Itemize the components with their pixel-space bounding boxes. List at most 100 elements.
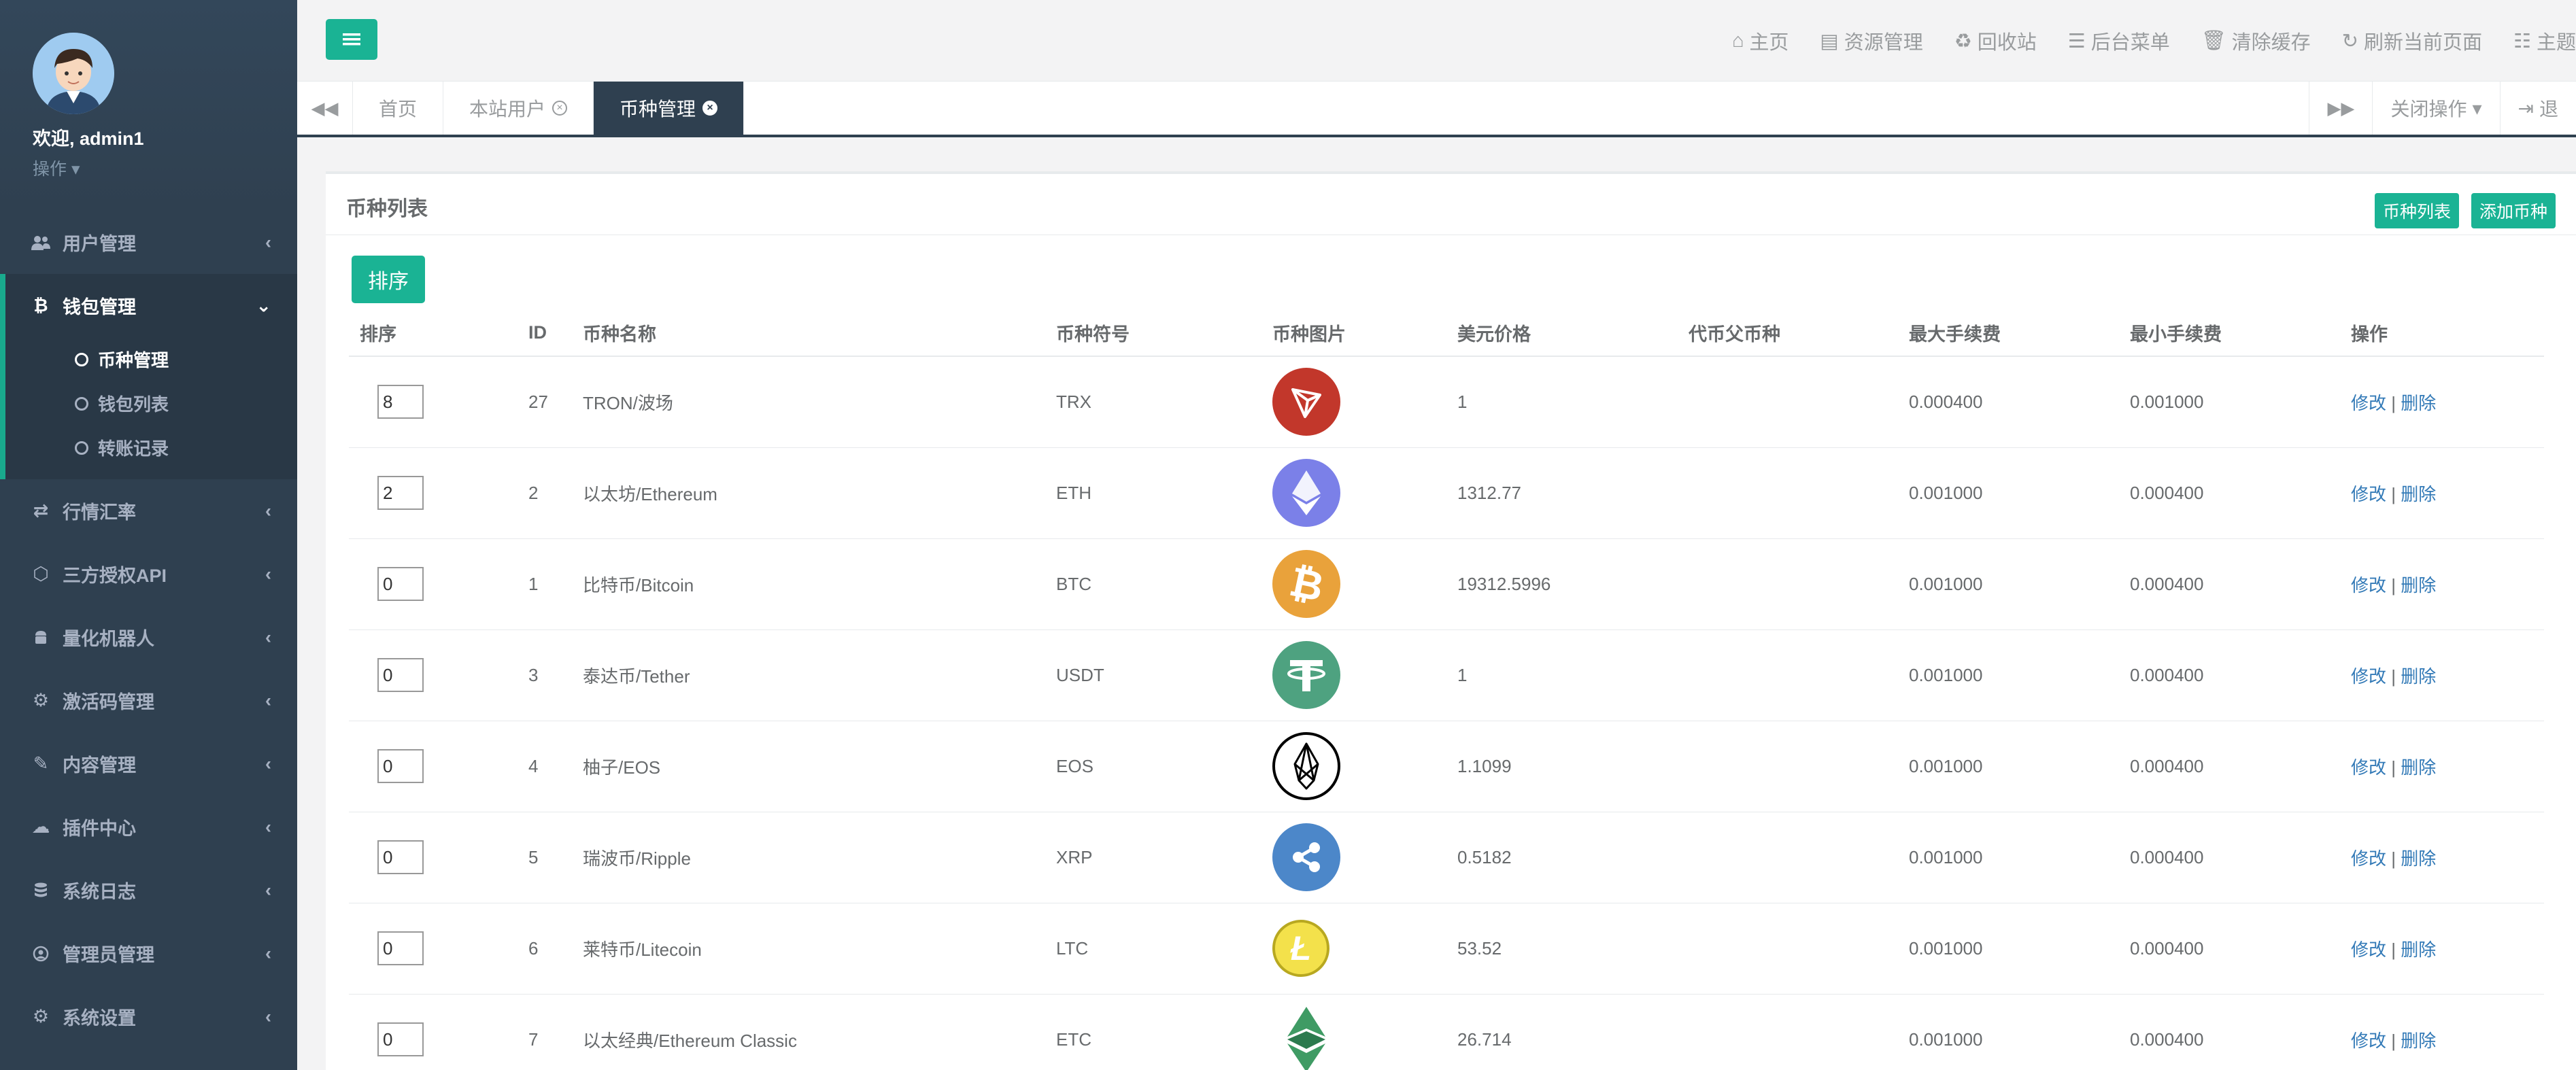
column-header[interactable]: 最小手续费 [2119,310,2340,357]
top-link-label: 刷新当前页面 [2363,32,2482,54]
sidebar-subitem-wallet-list[interactable]: 钱包列表 [5,381,297,426]
sidebar-item-content[interactable]: ✎ 内容管理 ‹ [0,732,297,795]
sidebar-item-label: 三方授权API [63,566,167,586]
coin-image-cell [1261,447,1446,539]
delete-link[interactable]: 删除 [2401,575,2436,596]
column-header[interactable]: 美元价格 [1446,310,1678,357]
delete-link[interactable]: 删除 [2401,484,2436,504]
tab-home[interactable]: 首页 [353,82,444,135]
chevron-left-icon: ‹ [265,690,271,710]
profile-operations-dropdown[interactable]: 操作 ▾ [33,156,297,180]
action-separator: | [2391,574,2396,596]
gear-icon: ⚙ [32,690,50,710]
tab-site-users[interactable]: 本站用户 × [443,82,594,135]
sort-order-input[interactable] [377,658,424,692]
id-cell: 7 [518,994,572,1070]
edit-link[interactable]: 修改 [2351,484,2386,504]
delete-link[interactable]: 删除 [2401,666,2436,687]
sort-button[interactable]: 排序 [352,256,425,303]
usd-price-cell: 1.1099 [1446,721,1678,812]
theme-icon: ☷ [2513,30,2531,52]
sidebar-subitem-transfer-records[interactable]: 转账记录 [5,426,297,470]
android-icon [31,628,50,647]
delete-link[interactable]: 删除 [2401,393,2436,413]
top-link-clear-cache[interactable]: 🗑 清除缓存 [2201,27,2311,55]
sidebar-item-rates[interactable]: ⇄ 行情汇率 ‹ [0,479,297,542]
delete-link[interactable]: 删除 [2401,1031,2436,1051]
top-link-label: 主页 [1749,32,1789,54]
top-link-resources[interactable]: ▤ 资源管理 [1820,27,1922,55]
sort-order-input[interactable] [377,749,424,783]
delete-link[interactable]: 删除 [2401,757,2436,778]
top-link-refresh[interactable]: ↻ 刷新当前页面 [2342,27,2482,55]
sidebar-item-wallet[interactable]: ₿ 钱包管理 ⌄ [5,274,297,337]
column-header[interactable]: 操作 [2340,310,2544,357]
sort-cell [349,538,518,630]
sidebar-item-users[interactable]: 用户管理 ‹ [0,211,297,274]
edit-link[interactable]: 修改 [2351,1031,2386,1051]
panel-header: 币种列表 币种列表 添加币种 [326,174,2576,235]
menu-group-robot: 量化机器人 ‹ [0,606,297,669]
home-icon: ⌂ [1731,29,1744,52]
close-icon[interactable]: × [552,101,568,116]
top-link-recycle-bin[interactable]: ♻ 回收站 [1954,27,2037,55]
tron-logo-icon [1272,368,1446,436]
coin-image-cell: ₿ [1261,538,1446,630]
subitem-label: 钱包列表 [98,394,169,415]
top-link-theme[interactable]: ☷ 主题 [2513,27,2576,55]
litecoin-logo-icon: Ł [1272,920,1446,977]
action-separator: | [2391,666,2396,687]
sort-order-input[interactable] [377,476,424,510]
column-header[interactable]: 币种名称 [572,310,1045,357]
chevron-left-icon: ‹ [265,816,271,837]
sidebar-item-label: 系统设置 [63,1008,136,1029]
top-link-backend-menu[interactable]: ☰ 后台菜单 [2068,27,2170,55]
edit-link[interactable]: 修改 [2351,666,2386,687]
avatar[interactable] [33,33,114,114]
sidebar-item-robot[interactable]: 量化机器人 ‹ [0,606,297,669]
sidebar-toggle-button[interactable] [326,19,377,60]
min-fee-cell: 0.001000 [2119,356,2340,448]
sidebar-item-admins[interactable]: 管理员管理 ‹ [0,922,297,985]
sort-cell [349,356,518,448]
action-separator: | [2391,483,2396,504]
sidebar-subitem-coin-management[interactable]: 币种管理 [5,337,297,381]
column-header[interactable]: 代币父币种 [1678,310,1898,357]
tabs-scroll-left-button[interactable]: ◀◀ [297,82,353,135]
parent-coin-cell [1678,629,1898,721]
column-header[interactable]: 币种图片 [1261,310,1446,357]
column-header[interactable]: 币种符号 [1045,310,1261,357]
exit-button[interactable]: ⇥ 退 [2499,82,2576,135]
top-link-home[interactable]: ⌂ 主页 [1732,27,1789,55]
column-header[interactable]: 排序 [349,310,518,357]
tab-coin-management[interactable]: 币种管理 × [594,82,745,135]
sidebar-item-api[interactable]: ⬡ 三方授权API ‹ [0,542,297,606]
sidebar-item-plugins[interactable]: ☁ 插件中心 ‹ [0,795,297,859]
min-fee-cell: 0.000400 [2119,538,2340,630]
edit-link[interactable]: 修改 [2351,848,2386,869]
edit-link[interactable]: 修改 [2351,393,2386,413]
actions-cell: 修改 | 删除 [2340,356,2544,448]
sort-order-input[interactable] [377,931,424,965]
sort-order-input[interactable] [377,385,424,419]
parent-coin-cell [1678,903,1898,995]
coin-list-button[interactable]: 币种列表 [2374,193,2459,228]
close-ops-dropdown[interactable]: 关闭操作 ▾ [2372,82,2499,135]
edit-link[interactable]: 修改 [2351,757,2386,778]
sort-order-input[interactable] [377,567,424,601]
sort-order-input[interactable] [377,840,424,874]
delete-link[interactable]: 删除 [2401,848,2436,869]
column-header[interactable]: 最大手续费 [1898,310,2119,357]
close-icon[interactable]: × [702,101,718,116]
edit-link[interactable]: 修改 [2351,575,2386,596]
edit-link[interactable]: 修改 [2351,939,2386,960]
sidebar-item-activation[interactable]: ⚙ 激活码管理 ‹ [0,669,297,732]
actions-cell: 修改 | 删除 [2340,903,2544,995]
delete-link[interactable]: 删除 [2401,939,2436,960]
sort-order-input[interactable] [377,1022,424,1056]
add-coin-button[interactable]: 添加币种 [2471,193,2556,228]
sidebar-item-settings[interactable]: ⚙ 系统设置 ‹ [0,985,297,1048]
tabs-scroll-right-button[interactable]: ▶▶ [2309,82,2372,135]
column-header[interactable]: ID [518,310,572,357]
sidebar-item-logs[interactable]: 系统日志 ‹ [0,859,297,922]
